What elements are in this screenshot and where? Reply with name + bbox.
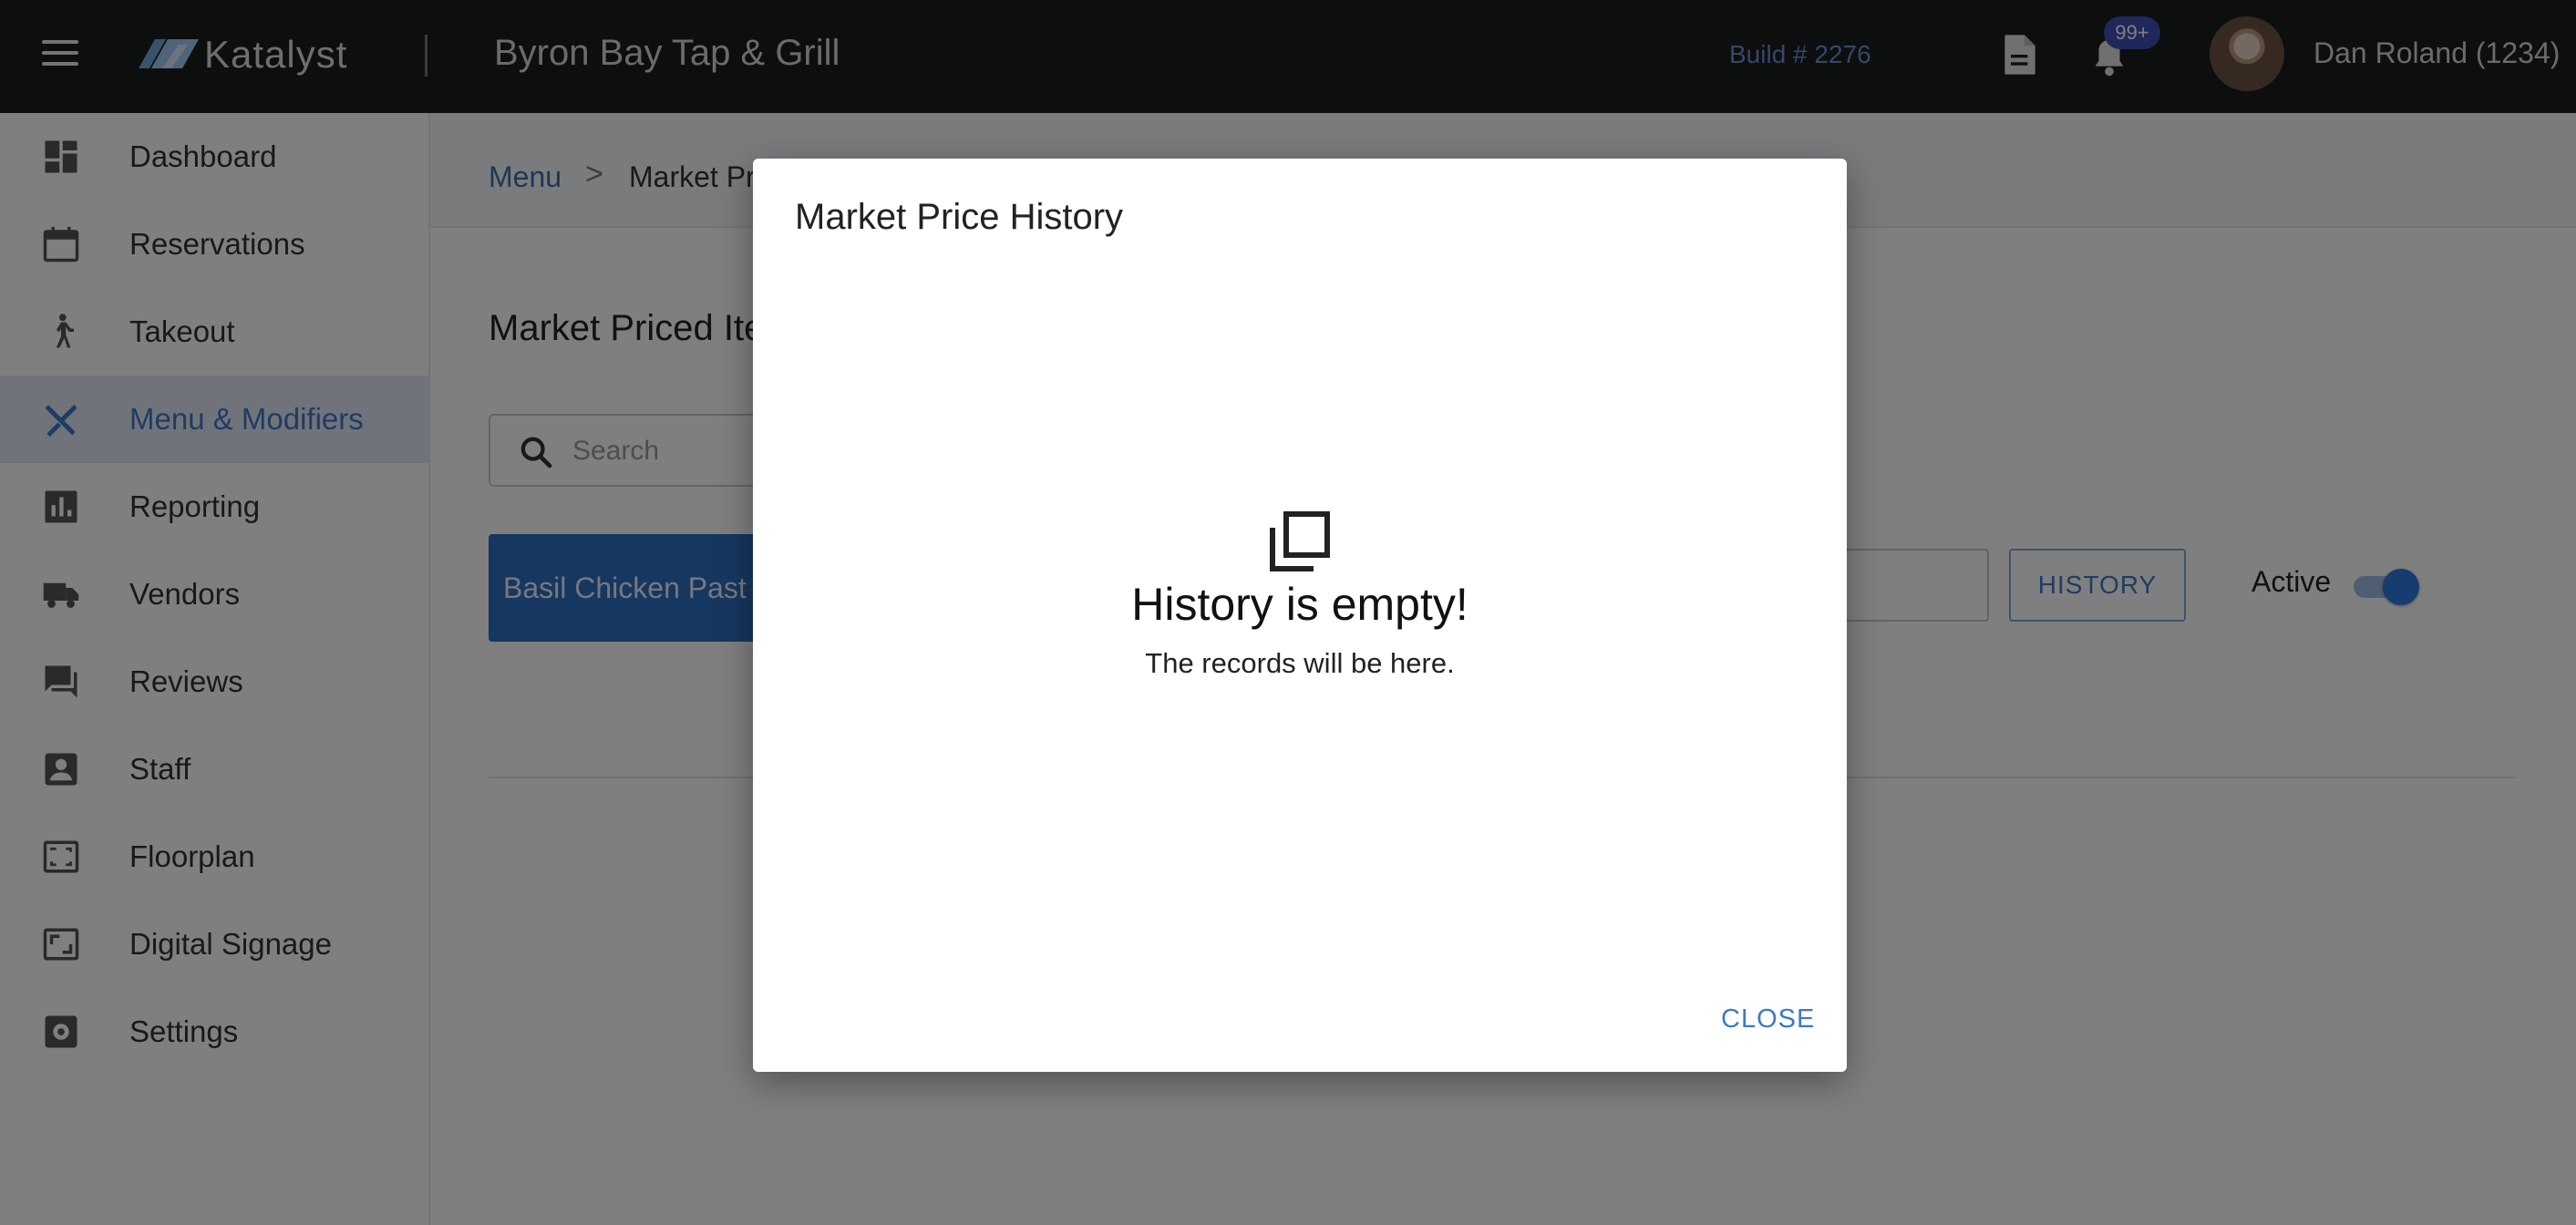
market-price-history-dialog: Market Price History History is empty! T… [753,159,1847,1072]
empty-state-title: History is empty! [1131,579,1468,630]
empty-state-subtitle: The records will be here. [1145,647,1455,679]
app-root: Katalyst Byron Bay Tap & Grill Build # 2… [0,0,2576,1225]
dialog-title: Market Price History [795,197,1124,237]
close-button[interactable]: CLOSE [1721,1004,1815,1035]
stacked-squares-icon [1270,511,1330,571]
